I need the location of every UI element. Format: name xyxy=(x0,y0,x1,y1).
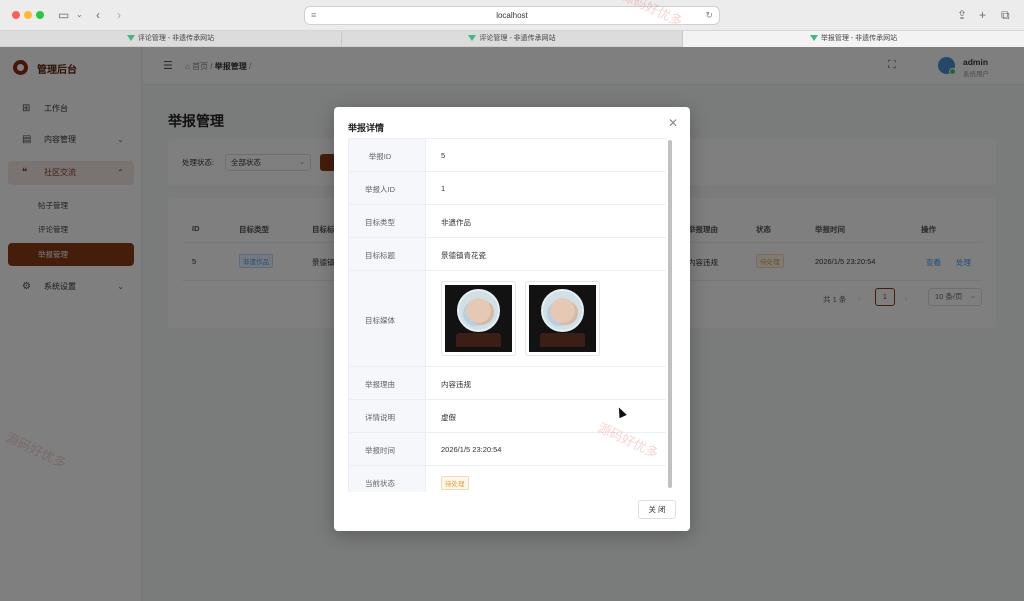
detail-row: 当前状态 待处理 xyxy=(348,466,666,492)
status-badge: 待处理 xyxy=(441,476,469,490)
page-settings-icon[interactable]: ≡ xyxy=(311,7,316,24)
detail-row: 举报人ID 1 xyxy=(348,172,666,205)
detail-label: 当前状态 xyxy=(365,479,395,488)
detail-label: 举报时间 xyxy=(365,446,395,455)
dialog-title: 举报详情 xyxy=(348,123,385,133)
detail-value: 内容违规 xyxy=(441,380,471,389)
detail-label: 详情说明 xyxy=(365,413,395,422)
browser-tab[interactable]: 评论管理 - 非遗传承网站 xyxy=(0,31,342,47)
detail-label: 目标媒体 xyxy=(365,316,395,325)
browser-toolbar: ▭ ⌄ ‹ › ≡ localhost ↻ ⇪ + ⧉ xyxy=(0,0,1024,31)
tab-bar: 评论管理 - 非遗传承网站 评论管理 - 非遗传承网站 举报管理 - 非遗传承网… xyxy=(0,31,1024,47)
close-window-button[interactable] xyxy=(12,11,20,19)
detail-value: 5 xyxy=(441,151,446,160)
browser-tab[interactable]: 评论管理 - 非遗传承网站 xyxy=(342,31,683,47)
media-thumbnail[interactable] xyxy=(441,281,516,356)
browser-tab-active[interactable]: 举报管理 - 非遗传承网站 xyxy=(683,31,1024,47)
detail-row: 目标类型 非遗作品 xyxy=(348,205,666,238)
back-icon[interactable]: ‹ xyxy=(96,7,100,23)
close-button[interactable]: 关 闭 xyxy=(638,500,676,519)
url-text: localhost xyxy=(496,11,528,20)
porcelain-image xyxy=(445,285,512,352)
sidebar-toggle-icon[interactable]: ▭ xyxy=(58,7,69,23)
vue-logo-icon xyxy=(126,35,135,42)
reload-icon[interactable]: ↻ xyxy=(705,7,713,24)
detail-row: 目标标题 景德镇青花瓷 xyxy=(348,238,666,271)
detail-value: 非遗作品 xyxy=(441,218,471,227)
detail-value: 景德镇青花瓷 xyxy=(441,251,486,260)
zoom-window-button[interactable] xyxy=(36,11,44,19)
new-tab-icon[interactable]: + xyxy=(979,7,986,23)
minimize-window-button[interactable] xyxy=(24,11,32,19)
report-detail-dialog: 举报详情 ✕ 举报ID 5 举报人ID 1 目标类型 非遗作品 目标标题 景德镇… xyxy=(334,107,690,531)
share-icon[interactable]: ⇪ xyxy=(957,7,967,23)
tab-overview-icon[interactable]: ⧉ xyxy=(1001,7,1010,23)
vue-logo-icon xyxy=(468,35,477,42)
detail-row: 举报理由 内容违规 xyxy=(348,367,666,400)
vue-logo-icon xyxy=(809,35,818,42)
detail-value: 1 xyxy=(441,184,446,193)
close-icon[interactable]: ✕ xyxy=(668,117,678,129)
detail-label: 举报ID xyxy=(368,152,392,161)
chevron-down-icon[interactable]: ⌄ xyxy=(76,7,83,23)
scrollbar[interactable] xyxy=(667,138,673,492)
detail-row: 举报时间 2026/1/5 23:20:54 xyxy=(348,433,666,466)
media-thumbnail[interactable] xyxy=(525,281,600,356)
detail-label: 目标类型 xyxy=(365,218,395,227)
detail-value: 虚假 xyxy=(441,413,456,422)
detail-table: 举报ID 5 举报人ID 1 目标类型 非遗作品 目标标题 景德镇青花瓷 目标媒… xyxy=(348,138,666,492)
detail-label: 举报人ID xyxy=(365,185,395,194)
detail-label: 目标标题 xyxy=(365,251,395,260)
porcelain-image xyxy=(529,285,596,352)
detail-row: 目标媒体 xyxy=(348,271,666,367)
detail-row: 举报ID 5 xyxy=(348,139,666,172)
forward-icon[interactable]: › xyxy=(117,7,121,23)
scrollbar-thumb[interactable] xyxy=(668,140,672,488)
address-bar[interactable]: ≡ localhost ↻ xyxy=(304,6,720,25)
detail-label: 举报理由 xyxy=(365,380,395,389)
detail-value: 2026/1/5 23:20:54 xyxy=(441,445,502,454)
